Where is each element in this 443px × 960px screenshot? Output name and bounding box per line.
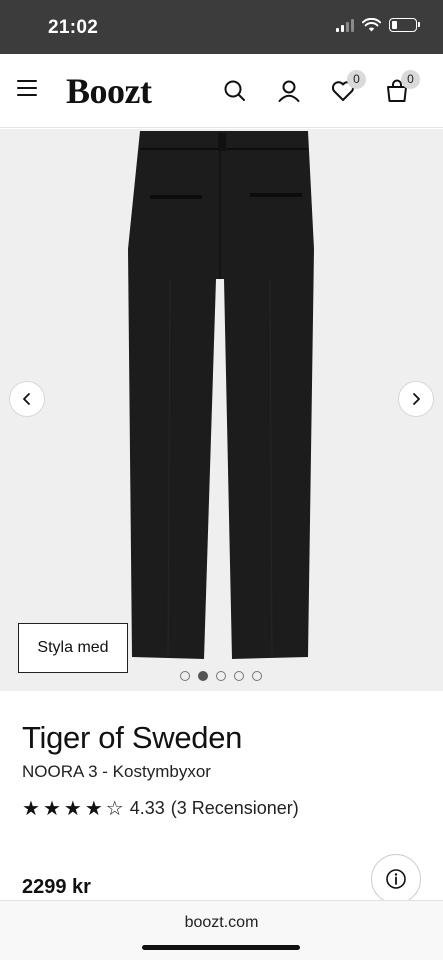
style-with-button[interactable]: Styla med	[18, 623, 128, 673]
star-filled-icon: ★	[84, 797, 103, 820]
cart-button[interactable]: 0	[384, 70, 420, 104]
home-indicator[interactable]	[142, 945, 300, 950]
gallery-dot-active[interactable]	[198, 671, 208, 681]
info-icon	[386, 869, 406, 889]
product-rating[interactable]: ★ ★ ★ ★ ☆ 4.33 (3 Recensioner)	[22, 798, 299, 819]
site-header: Boozt 0 0	[0, 54, 443, 128]
product-name: NOORA 3 - Kostymbyxor	[22, 762, 211, 781]
wifi-icon	[362, 18, 381, 32]
next-image-button[interactable]	[398, 381, 434, 417]
chevron-right-icon	[413, 393, 420, 405]
star-filled-icon: ★	[42, 797, 61, 820]
rating-stars: ★ ★ ★ ★ ☆	[22, 799, 124, 819]
signal-icon	[336, 18, 354, 32]
status-bar: 21:02	[0, 0, 443, 54]
boozt-logo[interactable]: Boozt	[66, 70, 152, 112]
url-text[interactable]: boozt.com	[0, 914, 443, 932]
previous-image-button[interactable]	[9, 381, 45, 417]
star-empty-icon: ☆	[105, 797, 124, 820]
gallery-dot[interactable]	[180, 671, 190, 681]
star-filled-icon: ★	[63, 797, 82, 820]
wishlist-button[interactable]: 0	[330, 70, 366, 104]
info-button[interactable]	[371, 854, 421, 904]
wishlist-count-badge: 0	[347, 70, 366, 89]
account-icon[interactable]	[276, 78, 302, 104]
product-price: 2299 kr	[22, 876, 91, 898]
gallery-pagination	[180, 671, 262, 681]
product-gallery[interactable]: Styla med	[0, 129, 443, 691]
gallery-dot[interactable]	[252, 671, 262, 681]
status-icons	[336, 18, 420, 32]
menu-icon[interactable]	[17, 80, 37, 98]
search-icon[interactable]	[222, 78, 248, 104]
product-image	[128, 131, 314, 659]
product-brand[interactable]: Tiger of Sweden	[22, 720, 242, 756]
review-count-link[interactable]: (3 Recensioner)	[171, 798, 299, 819]
gallery-dot[interactable]	[216, 671, 226, 681]
status-time: 21:02	[48, 17, 99, 38]
gallery-dot[interactable]	[234, 671, 244, 681]
browser-address-bar[interactable]: boozt.com	[0, 900, 443, 960]
cart-count-badge: 0	[401, 70, 420, 89]
chevron-left-icon	[23, 393, 30, 405]
star-filled-icon: ★	[22, 797, 40, 820]
battery-icon	[389, 18, 420, 32]
rating-value: 4.33	[129, 798, 165, 818]
